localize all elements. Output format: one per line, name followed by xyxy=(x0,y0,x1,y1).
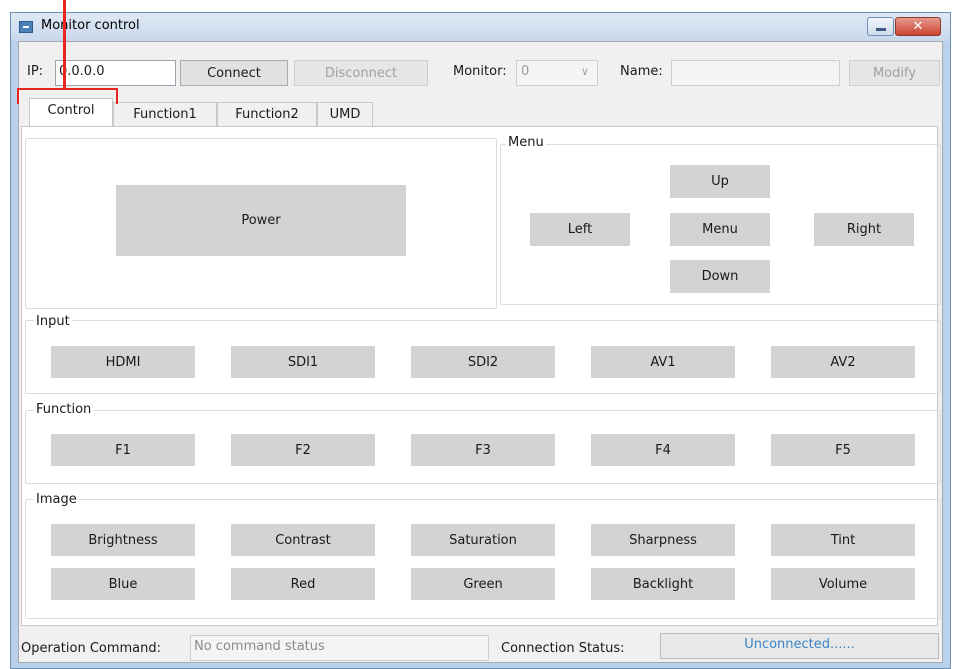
monitor-select[interactable]: 0 ∨ xyxy=(516,60,598,86)
f3-button[interactable]: F3 xyxy=(411,434,555,466)
tab-umd[interactable]: UMD xyxy=(317,102,373,126)
f2-button[interactable]: F2 xyxy=(231,434,375,466)
connect-button[interactable]: Connect xyxy=(180,60,288,86)
contrast-button[interactable]: Contrast xyxy=(231,524,375,556)
client-area: IP: 0.0.0.0 Connect Disconnect Monitor: … xyxy=(18,41,943,663)
sharpness-button[interactable]: Sharpness xyxy=(591,524,735,556)
ip-input[interactable]: 0.0.0.0 xyxy=(55,60,176,86)
monitor-select-value: 0 xyxy=(521,64,530,79)
app-icon xyxy=(19,21,33,33)
tab-function1[interactable]: Function1 xyxy=(113,102,217,126)
window-title: Monitor control xyxy=(41,18,140,33)
av2-button[interactable]: AV2 xyxy=(771,346,915,378)
volume-button[interactable]: Volume xyxy=(771,568,915,600)
green-button[interactable]: Green xyxy=(411,568,555,600)
connection-status-field: Unconnected...... xyxy=(660,633,939,659)
red-button[interactable]: Red xyxy=(231,568,375,600)
f4-button[interactable]: F4 xyxy=(591,434,735,466)
close-icon: ✕ xyxy=(912,19,924,34)
modify-button[interactable]: Modify xyxy=(849,60,940,86)
chevron-down-icon: ∨ xyxy=(580,65,589,78)
tab-function2[interactable]: Function2 xyxy=(217,102,317,126)
name-label: Name: xyxy=(620,64,663,79)
title-bar[interactable]: Monitor control ✕ xyxy=(11,13,950,41)
image-group xyxy=(25,499,941,619)
blue-button[interactable]: Blue xyxy=(51,568,195,600)
brightness-button[interactable]: Brightness xyxy=(51,524,195,556)
app-window: Monitor control ✕ IP: 0.0.0.0 Connect Di… xyxy=(10,12,951,669)
up-button[interactable]: Up xyxy=(670,165,770,198)
f5-button[interactable]: F5 xyxy=(771,434,915,466)
close-button[interactable]: ✕ xyxy=(895,17,941,36)
operation-command-field: No command status xyxy=(190,635,489,661)
menu-group-title: Menu xyxy=(506,135,546,150)
tab-control[interactable]: Control xyxy=(29,98,113,126)
tint-button[interactable]: Tint xyxy=(771,524,915,556)
menu-button[interactable]: Menu xyxy=(670,213,770,246)
saturation-button[interactable]: Saturation xyxy=(411,524,555,556)
function-group-title: Function xyxy=(34,402,94,417)
f1-button[interactable]: F1 xyxy=(51,434,195,466)
connection-status-label: Connection Status: xyxy=(501,641,625,656)
operation-command-label: Operation Command: xyxy=(21,641,162,656)
minimize-button[interactable] xyxy=(867,17,894,36)
monitor-label: Monitor: xyxy=(453,64,507,79)
sdi1-button[interactable]: SDI1 xyxy=(231,346,375,378)
sdi2-button[interactable]: SDI2 xyxy=(411,346,555,378)
right-button[interactable]: Right xyxy=(814,213,914,246)
ip-label: IP: xyxy=(27,64,44,79)
hdmi-button[interactable]: HDMI xyxy=(51,346,195,378)
input-group-title: Input xyxy=(34,314,72,329)
disconnect-button[interactable]: Disconnect xyxy=(294,60,428,86)
name-input[interactable] xyxy=(671,60,840,86)
power-button[interactable]: Power xyxy=(116,185,406,256)
control-tab-page: Power Menu Up Left Menu Right Down Input… xyxy=(21,126,941,626)
left-button[interactable]: Left xyxy=(530,213,630,246)
av1-button[interactable]: AV1 xyxy=(591,346,735,378)
backlight-button[interactable]: Backlight xyxy=(591,568,735,600)
annotation-pointer-line xyxy=(63,0,66,90)
image-group-title: Image xyxy=(34,492,79,507)
down-button[interactable]: Down xyxy=(670,260,770,293)
